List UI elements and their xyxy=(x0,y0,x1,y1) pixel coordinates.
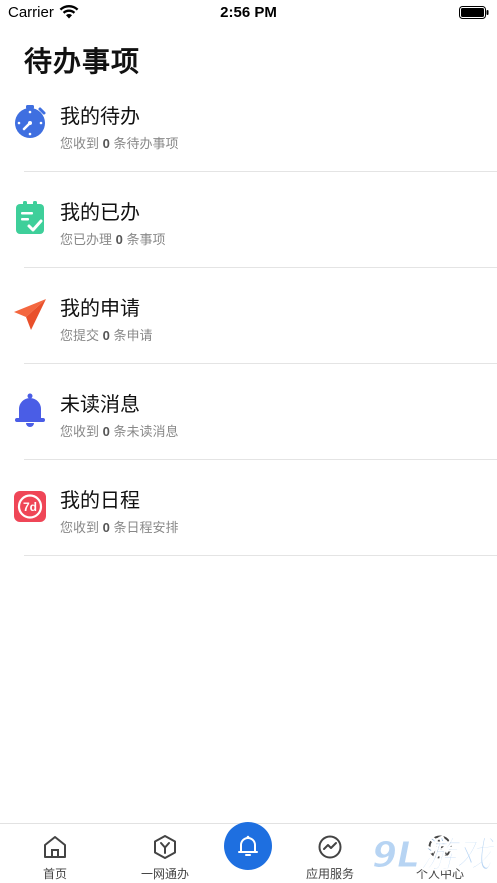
hexagon-y-icon xyxy=(154,835,176,859)
item-count: 0 xyxy=(102,520,110,535)
item-title: 我的申请 xyxy=(60,298,140,320)
status-bar: Carrier 2:56 PM xyxy=(0,0,497,26)
item-title: 我的已办 xyxy=(60,202,140,224)
clipboard-check-icon xyxy=(16,201,44,234)
item-subtitle: 您收到 0 条未读消息 xyxy=(60,424,179,439)
tab-label: 一网通办 xyxy=(140,867,189,881)
list-item-my-schedule[interactable]: 7d 我的日程 您收到 0 条日程安排 xyxy=(0,460,497,556)
item-count: 0 xyxy=(102,424,110,439)
svg-text:9L游戏: 9L游戏 xyxy=(372,835,496,876)
bell-icon xyxy=(238,835,258,856)
page-title: 待办事项 xyxy=(24,46,141,77)
bell-icon xyxy=(15,393,45,427)
item-subtitle: 您已办理 0 条事项 xyxy=(60,232,166,247)
item-count: 0 xyxy=(102,328,110,343)
tab-home[interactable]: 首页 xyxy=(10,824,100,883)
tab-label: 首页 xyxy=(42,867,67,881)
watermark-logo: 9L游戏 xyxy=(372,835,497,877)
status-time: 2:56 PM xyxy=(220,4,277,21)
calendar-7d-icon: 7d xyxy=(14,491,46,522)
tab-one-network[interactable]: 一网通办 xyxy=(120,824,210,883)
list-item-unread-messages[interactable]: 未读消息 您收到 0 条未读消息 xyxy=(0,364,497,460)
item-subtitle: 您提交 0 条申请 xyxy=(60,328,153,343)
item-count: 0 xyxy=(115,232,123,247)
divider xyxy=(24,555,497,556)
item-count: 0 xyxy=(102,136,110,151)
item-subtitle: 您收到 0 条待办事项 xyxy=(60,136,179,151)
list-item-my-application[interactable]: 我的申请 您提交 0 条申请 xyxy=(0,268,497,364)
item-subtitle: 您收到 0 条日程安排 xyxy=(60,520,179,535)
home-icon xyxy=(44,836,66,858)
item-title: 我的日程 xyxy=(60,490,140,512)
tab-bar: 首页 一网通办 应用服务 个人中心 9L游戏 xyxy=(0,822,497,883)
svg-text:7d: 7d xyxy=(23,500,37,514)
center-notify-button[interactable] xyxy=(224,822,272,870)
battery-icon xyxy=(459,6,489,19)
chart-circle-icon xyxy=(318,835,342,859)
item-title: 我的待办 xyxy=(60,106,140,128)
paper-plane-icon xyxy=(14,299,46,330)
item-title: 未读消息 xyxy=(60,394,140,416)
list-item-my-todo[interactable]: 我的待办 您收到 0 条待办事项 xyxy=(0,76,497,172)
clock-icon xyxy=(15,105,46,138)
todo-list: 我的待办 您收到 0 条待办事项 我的已办 您已办理 0 条事项 我的申请 您提… xyxy=(0,76,497,556)
list-item-my-done[interactable]: 我的已办 您已办理 0 条事项 xyxy=(0,172,497,268)
